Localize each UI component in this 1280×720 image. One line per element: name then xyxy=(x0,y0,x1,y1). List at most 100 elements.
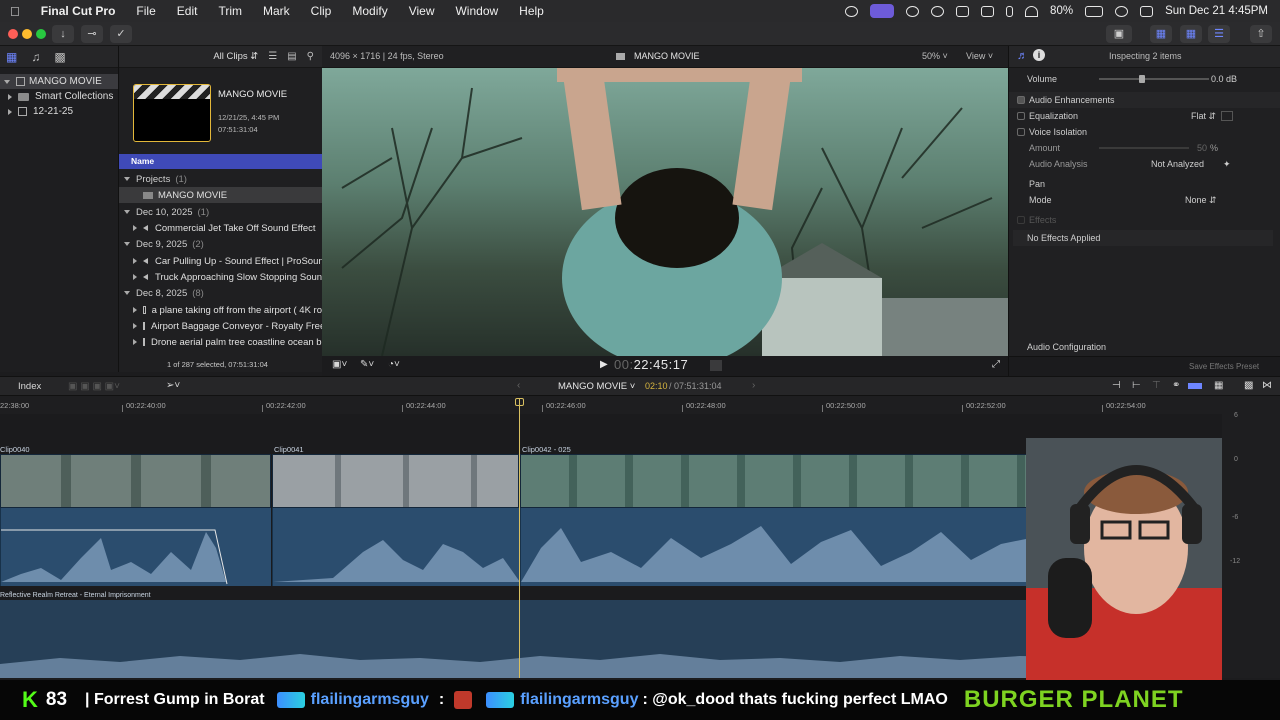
recording-indicator-icon[interactable] xyxy=(870,4,895,18)
menubar-clock[interactable]: Sun Dec 21 4:45PM xyxy=(1165,5,1268,17)
info-inspector-tab-icon[interactable]: i xyxy=(1033,49,1045,61)
disclosure-triangle-icon[interactable] xyxy=(133,339,137,345)
select-tool-icon[interactable]: ➢˅ xyxy=(166,380,180,391)
disclosure-triangle-icon[interactable] xyxy=(133,323,137,329)
audio-configuration-header[interactable]: Audio Configuration xyxy=(1027,342,1106,352)
project-thumbnail[interactable] xyxy=(133,84,211,142)
menu-window[interactable]: Window xyxy=(455,4,498,18)
list-view-icon[interactable]: ▤ xyxy=(287,51,296,62)
amount-value[interactable]: 50 xyxy=(1197,143,1207,153)
volume-icon[interactable] xyxy=(956,5,970,17)
titles-tab-icon[interactable]: ▩ xyxy=(54,50,65,64)
wifi-icon[interactable] xyxy=(1025,5,1039,17)
clip-audio-0041[interactable] xyxy=(272,508,520,586)
close-timeline-icon[interactable]: ⋈ xyxy=(1262,380,1272,391)
browser-item[interactable]: Car Pulling Up - Sound Effect | ProSoun xyxy=(119,253,322,269)
clip-appearance-icon[interactable] xyxy=(1188,383,1202,389)
effects-header[interactable]: Effects xyxy=(1009,212,1280,228)
save-effects-preset-button[interactable]: Save Effects Preset xyxy=(1189,362,1259,371)
solo-icon[interactable]: ⚭ xyxy=(1172,380,1180,391)
disclosure-triangle-icon[interactable] xyxy=(133,274,137,280)
audio-enhancements-header[interactable]: Audio Enhancements xyxy=(1009,92,1280,108)
video-clip-0040[interactable] xyxy=(0,454,271,508)
battery-icon[interactable] xyxy=(1085,5,1104,17)
section-checkbox[interactable] xyxy=(1017,96,1025,104)
browser-group-date[interactable]: Dec 8, 2025 (8) xyxy=(119,285,322,301)
close-window-button[interactable] xyxy=(8,29,18,39)
share-button[interactable]: ⇧ xyxy=(1250,25,1272,43)
screen-share-icon[interactable] xyxy=(845,5,859,17)
photos-tab-icon[interactable]: ♫ xyxy=(31,50,40,64)
show-browser-button[interactable]: ▦ xyxy=(1150,25,1172,43)
menu-modify[interactable]: Modify xyxy=(352,4,387,18)
bluetooth-icon[interactable] xyxy=(1006,5,1014,17)
voice-isolation-checkbox[interactable] xyxy=(1017,128,1025,136)
browser-group-projects[interactable]: Projects (1) xyxy=(119,171,322,187)
disclosure-triangle-icon[interactable] xyxy=(133,225,137,231)
video-clip-0041[interactable] xyxy=(272,454,519,508)
timecode-display[interactable]: 00:22:45:17 xyxy=(614,357,688,372)
timeline-ruler[interactable]: 22:38:00 00:22:40:00 00:22:42:00 00:22:4… xyxy=(0,396,1222,414)
search-icon[interactable]: ⚲ xyxy=(307,51,314,62)
effects-checkbox[interactable] xyxy=(1017,216,1025,224)
library-item-mango-movie[interactable]: MANGO MOVIE xyxy=(0,74,118,89)
library-item-event[interactable]: 12-21-25 xyxy=(0,104,118,119)
transitions-browser-icon[interactable]: ▩ xyxy=(1244,380,1253,391)
menu-view[interactable]: View xyxy=(409,4,435,18)
menu-trim[interactable]: Trim xyxy=(218,4,242,18)
show-timeline-button[interactable]: ▦ xyxy=(1180,25,1202,43)
browser-item[interactable]: a plane taking off from the airport ( 4K… xyxy=(119,302,322,318)
effects-browser-icon[interactable]: ▦ xyxy=(1214,380,1223,391)
view-menu[interactable]: View ˅ xyxy=(966,51,993,61)
disclosure-triangle-icon[interactable] xyxy=(133,258,137,264)
ai-assistant-icon[interactable] xyxy=(906,5,920,17)
index-button[interactable]: Index xyxy=(18,381,41,392)
amount-slider[interactable] xyxy=(1099,147,1189,149)
control-center-icon[interactable] xyxy=(1140,5,1154,17)
disclosure-triangle-icon[interactable] xyxy=(124,291,130,295)
pan-mode-menu[interactable]: None ⇵ xyxy=(1185,195,1217,206)
color-tool-icon[interactable]: ✎˅ xyxy=(360,359,374,370)
playhead[interactable] xyxy=(519,398,520,678)
audio-inspector-tab-icon[interactable]: ♬ xyxy=(1017,50,1028,62)
timeline-history-forward-icon[interactable]: › xyxy=(752,380,755,391)
volume-value[interactable]: 0.0 dB xyxy=(1211,74,1237,84)
timeline-history-back-icon[interactable]: ‹ xyxy=(517,380,520,391)
transform-tool-icon[interactable]: ▣˅ xyxy=(332,359,347,370)
disclosure-triangle-icon[interactable] xyxy=(124,242,130,246)
play-button[interactable]: ▶ xyxy=(600,359,608,370)
disclosure-triangle-icon[interactable] xyxy=(133,307,137,313)
show-inspector-button[interactable]: ☰ xyxy=(1208,25,1230,43)
disclosure-triangle-icon[interactable] xyxy=(124,177,130,181)
play-status-icon[interactable] xyxy=(931,5,945,17)
keywords-button[interactable]: ⊸ xyxy=(81,25,103,43)
menu-file[interactable]: File xyxy=(136,4,155,18)
equalizer-icon[interactable] xyxy=(1221,111,1233,121)
libraries-tab-icon[interactable]: ▦ xyxy=(6,50,17,64)
audio-meter-icon[interactable] xyxy=(710,360,722,371)
display-icon[interactable] xyxy=(981,5,995,17)
disclosure-triangle-icon[interactable] xyxy=(4,79,10,84)
browser-group-date[interactable]: Dec 9, 2025 (2) xyxy=(119,236,322,252)
browser-item[interactable]: Drone aerial palm tree coastline ocean b… xyxy=(119,334,322,350)
snapping-icon[interactable]: ⊤ xyxy=(1152,380,1161,391)
import-media-button[interactable]: ↓ xyxy=(52,25,74,43)
pan-header[interactable]: Pan xyxy=(1009,176,1280,192)
browser-group-date[interactable]: Dec 10, 2025 (1) xyxy=(119,204,322,220)
library-item-smart-collections[interactable]: Smart Collections xyxy=(0,89,118,104)
menu-help[interactable]: Help xyxy=(519,4,544,18)
zoom-in-icon[interactable]: ⊢ xyxy=(1132,380,1141,391)
edit-buttons-icon[interactable]: ▣ ▣ ▣ ▣˅ xyxy=(68,381,120,392)
equalization-checkbox[interactable] xyxy=(1017,112,1025,120)
minimize-window-button[interactable] xyxy=(22,29,32,39)
apple-icon[interactable]:  xyxy=(10,4,20,19)
disclosure-triangle-icon[interactable] xyxy=(8,108,12,115)
disclosure-triangle-icon[interactable] xyxy=(124,210,130,214)
workspace-toggle-button[interactable]: ▣ xyxy=(1106,25,1132,43)
browser-item[interactable]: MANGO MOVIE xyxy=(119,187,322,203)
volume-slider-knob[interactable] xyxy=(1139,75,1145,83)
magic-wand-icon[interactable]: ✦ xyxy=(1223,159,1231,170)
name-column-header[interactable]: Name xyxy=(119,154,322,169)
menu-edit[interactable]: Edit xyxy=(177,4,198,18)
playhead-handle[interactable] xyxy=(515,398,524,406)
